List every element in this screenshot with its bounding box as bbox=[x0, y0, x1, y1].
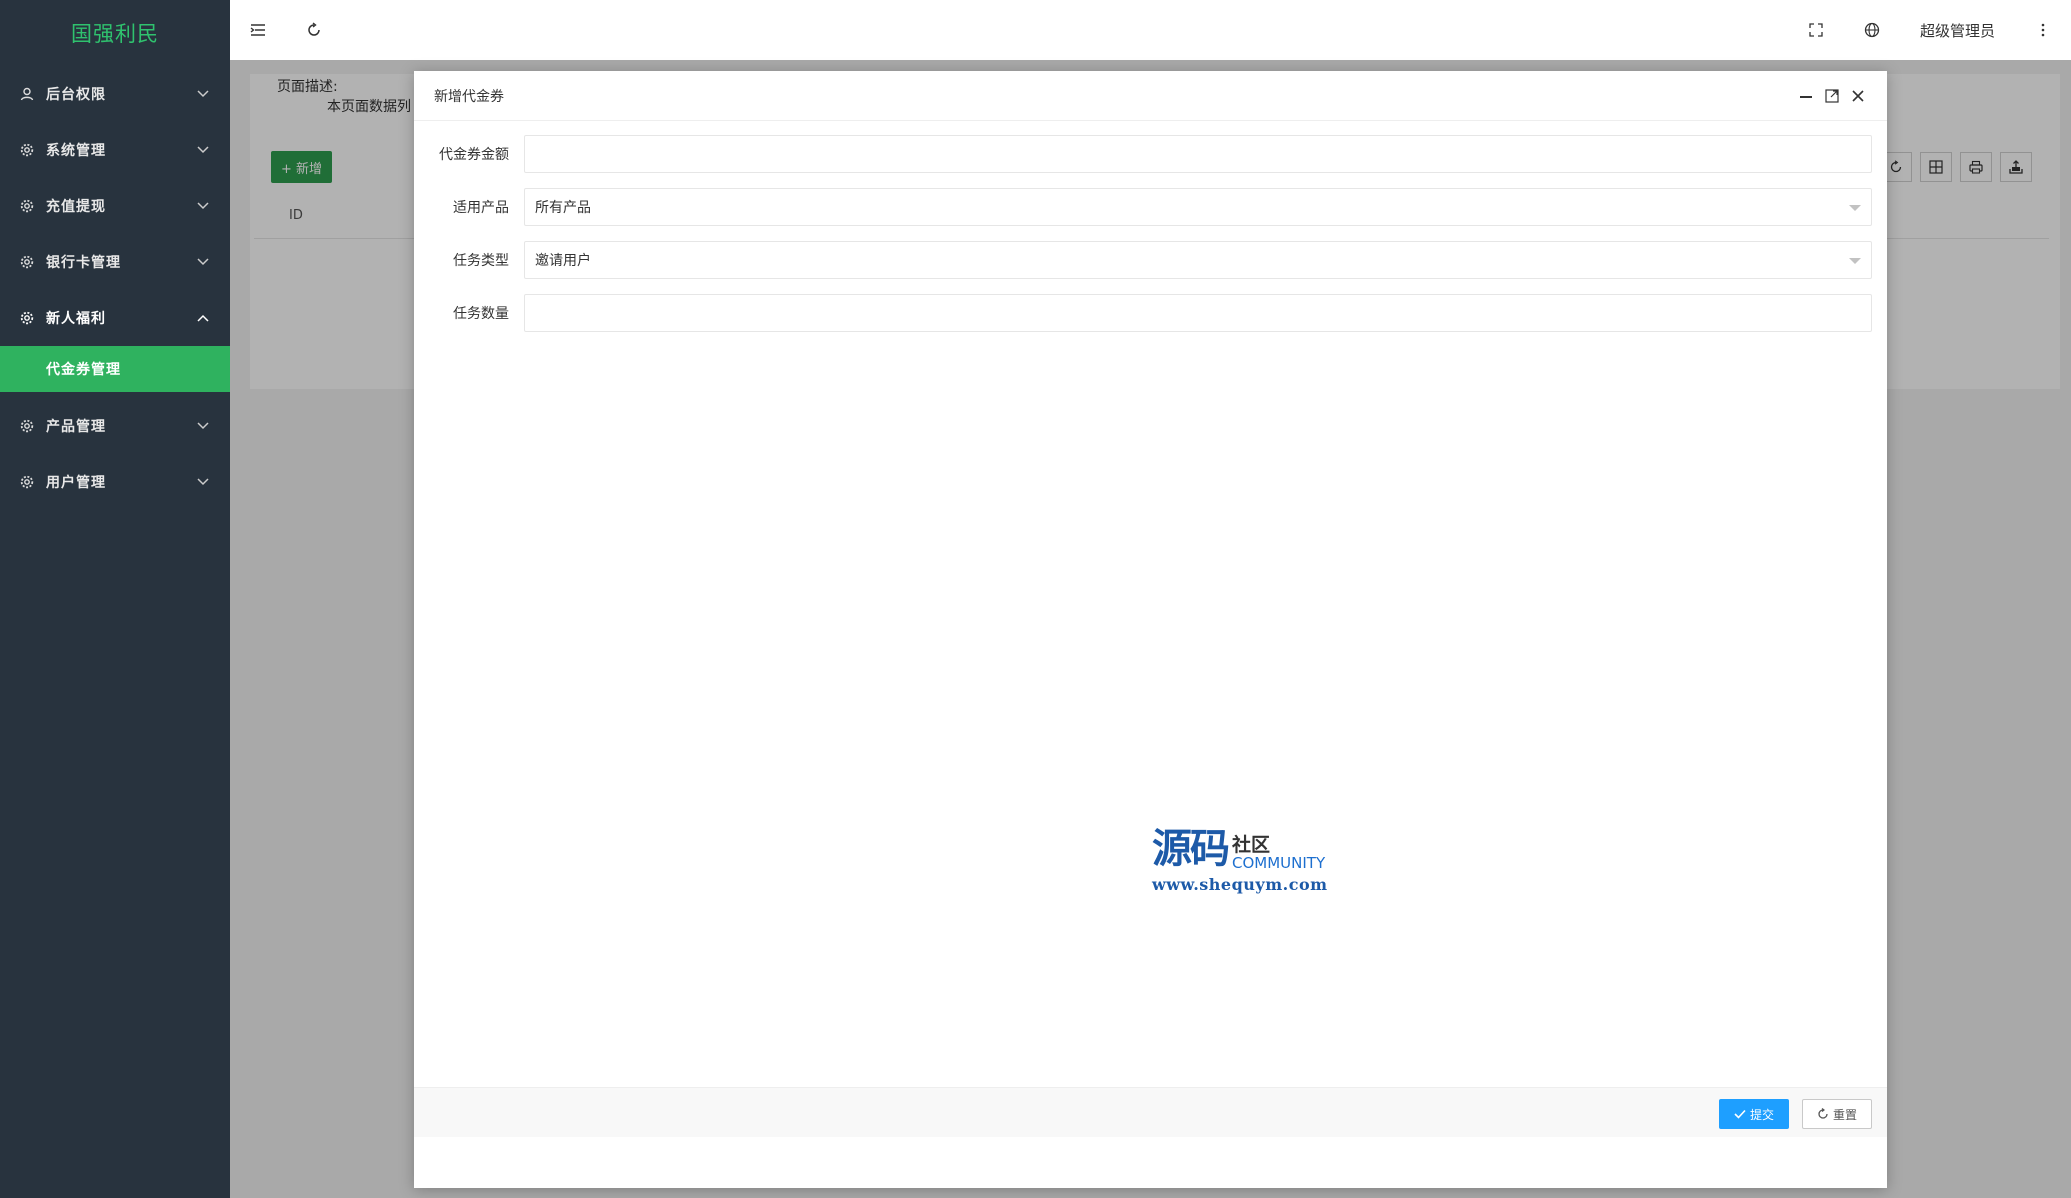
fullscreen-icon bbox=[1809, 23, 1823, 37]
task-count-input[interactable] bbox=[524, 294, 1872, 332]
maximize-icon bbox=[1825, 89, 1839, 103]
check-icon bbox=[1734, 1109, 1746, 1119]
chevron-up-icon bbox=[196, 311, 210, 325]
refresh-button[interactable] bbox=[286, 0, 342, 60]
amount-label: 代金券金额 bbox=[439, 147, 509, 163]
chevron-down-icon bbox=[196, 87, 210, 101]
maximize-button[interactable] bbox=[1823, 87, 1841, 105]
user-menu[interactable]: 超级管理员 bbox=[1900, 20, 2015, 41]
user-icon bbox=[20, 87, 34, 101]
sidebar-item-label: 新人福利 bbox=[46, 311, 106, 327]
sidebar-item-products[interactable]: 产品管理 bbox=[0, 398, 230, 454]
close-button[interactable] bbox=[1849, 87, 1867, 105]
sidebar-item-newcomer-benefits[interactable]: 新人福利 bbox=[0, 290, 230, 346]
watermark-cn: 社区 bbox=[1232, 834, 1271, 856]
chevron-down-icon bbox=[196, 255, 210, 269]
watermark-en: COMMUNITY bbox=[1232, 854, 1326, 872]
sidebar-item-bank-card[interactable]: 银行卡管理 bbox=[0, 234, 230, 290]
top-header: 超级管理员 bbox=[230, 0, 2071, 60]
app-logo[interactable]: 国强利民 bbox=[0, 0, 230, 66]
form-row-product: 适用产品 所有产品 bbox=[414, 188, 1872, 226]
language-button[interactable] bbox=[1844, 0, 1900, 60]
sidebar-item-label: 银行卡管理 bbox=[46, 255, 121, 271]
sidebar-item-label: 产品管理 bbox=[46, 419, 106, 435]
globe-icon bbox=[1864, 22, 1880, 38]
submit-button[interactable]: 提交 bbox=[1719, 1099, 1789, 1129]
sidebar-item-label: 充值提现 bbox=[46, 199, 106, 215]
minimize-icon bbox=[1800, 96, 1812, 98]
minimize-button[interactable] bbox=[1797, 87, 1815, 105]
fullscreen-button[interactable] bbox=[1788, 0, 1844, 60]
amount-input[interactable] bbox=[524, 135, 1872, 173]
gear-icon bbox=[20, 311, 34, 325]
sidebar-item-system[interactable]: 系统管理 bbox=[0, 122, 230, 178]
watermark-logo-text: 源码 bbox=[1152, 825, 1230, 872]
menu-toggle-button[interactable] bbox=[230, 0, 286, 60]
refresh-icon bbox=[308, 22, 320, 36]
product-select[interactable]: 所有产品 bbox=[524, 188, 1872, 226]
more-vertical-icon bbox=[2041, 23, 2045, 37]
sidebar-item-recharge[interactable]: 充值提现 bbox=[0, 178, 230, 234]
chevron-down-icon bbox=[196, 199, 210, 213]
chevron-down-icon bbox=[196, 419, 210, 433]
more-button[interactable] bbox=[2015, 0, 2071, 60]
voucher-form: 代金券金额 适用产品 所有产品 任务类型 邀请用户 任务数量 bbox=[414, 121, 1887, 332]
task-type-select-value: 邀请用户 bbox=[535, 253, 591, 269]
product-select-value: 所有产品 bbox=[535, 200, 591, 216]
gear-icon bbox=[20, 199, 34, 213]
caret-down-icon bbox=[1849, 205, 1861, 211]
sidebar: 国强利民 后台权限 系统管理 充值提现 银行卡管理 新人福利 代金券管理 产品管… bbox=[0, 0, 230, 1198]
form-row-amount: 代金券金额 bbox=[414, 135, 1872, 173]
gear-icon bbox=[20, 419, 34, 433]
sidebar-subitem-voucher-management[interactable]: 代金券管理 bbox=[0, 346, 230, 392]
sidebar-item-label: 系统管理 bbox=[46, 143, 106, 159]
form-row-task-count: 任务数量 bbox=[414, 294, 1872, 332]
sidebar-item-label: 用户管理 bbox=[46, 475, 106, 491]
menu-fold-icon bbox=[250, 24, 265, 36]
reset-label: 重置 bbox=[1832, 1107, 1857, 1122]
chevron-down-icon bbox=[196, 143, 210, 157]
product-label: 适用产品 bbox=[453, 200, 509, 216]
sidebar-item-users[interactable]: 用户管理 bbox=[0, 454, 230, 510]
gear-icon bbox=[20, 143, 34, 157]
close-icon bbox=[1852, 90, 1864, 102]
task-type-select[interactable]: 邀请用户 bbox=[524, 241, 1872, 279]
watermark: 源码 社区 COMMUNITY www.shequym.com bbox=[1152, 825, 1352, 895]
reset-button[interactable]: 重置 bbox=[1802, 1099, 1872, 1129]
dialog-title-bar: 新增代金券 bbox=[414, 71, 1887, 121]
gear-icon bbox=[20, 475, 34, 489]
sidebar-item-admin-permissions[interactable]: 后台权限 bbox=[0, 66, 230, 122]
task-type-label: 任务类型 bbox=[453, 253, 509, 269]
dialog-footer: 提交 重置 bbox=[414, 1087, 1887, 1137]
dialog-title: 新增代金券 bbox=[434, 88, 504, 105]
refresh-icon bbox=[1818, 1108, 1828, 1119]
gear-icon bbox=[20, 255, 34, 269]
chevron-down-icon bbox=[196, 475, 210, 489]
submenu: 代金券管理 bbox=[0, 346, 230, 392]
watermark-url: www.shequym.com bbox=[1152, 875, 1328, 894]
form-row-task-type: 任务类型 邀请用户 bbox=[414, 241, 1872, 279]
sidebar-item-label: 后台权限 bbox=[46, 87, 106, 103]
caret-down-icon bbox=[1849, 258, 1861, 264]
submit-label: 提交 bbox=[1749, 1107, 1774, 1122]
task-count-label: 任务数量 bbox=[453, 306, 509, 322]
add-voucher-dialog: 新增代金券 代金券金额 适用产品 所有产品 任务类型 邀请用户 任务数量 源码 … bbox=[414, 71, 1887, 1188]
